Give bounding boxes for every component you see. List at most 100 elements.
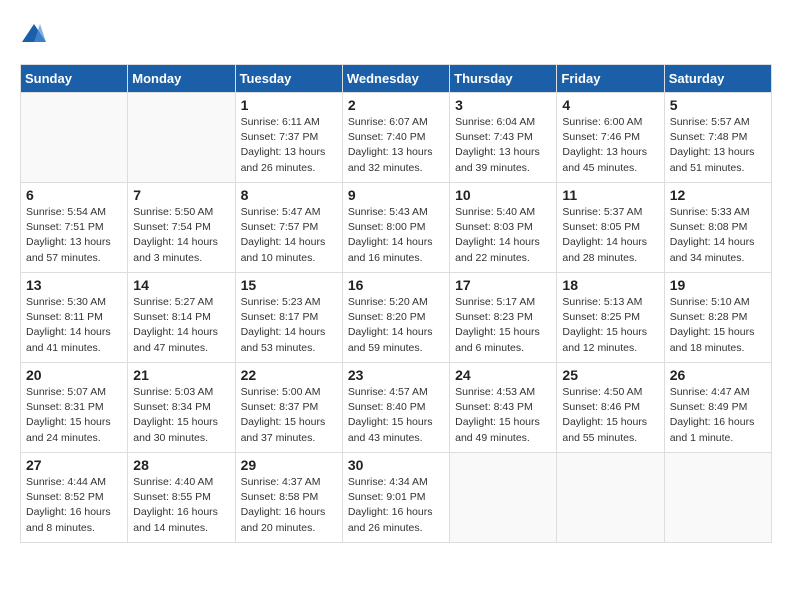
day-cell: 8 Sunrise: 5:47 AM Sunset: 7:57 PM Daylig… — [235, 183, 342, 273]
day-cell: 7 Sunrise: 5:50 AM Sunset: 7:54 PM Daylig… — [128, 183, 235, 273]
day-cell: 5 Sunrise: 5:57 AM Sunset: 7:48 PM Daylig… — [664, 93, 771, 183]
day-cell: 27Sunrise: 4:44 AM Sunset: 8:52 PM Dayli… — [21, 453, 128, 543]
day-cell: 4 Sunrise: 6:00 AM Sunset: 7:46 PM Daylig… — [557, 93, 664, 183]
day-number: 25 — [562, 367, 658, 383]
day-number: 11 — [562, 187, 658, 203]
day-info: Sunrise: 5:07 AM Sunset: 8:31 PM Dayligh… — [26, 385, 122, 446]
column-header-friday: Friday — [557, 65, 664, 93]
day-number: 22 — [241, 367, 337, 383]
day-cell: 11 Sunrise: 5:37 AM Sunset: 8:05 PM Dayli… — [557, 183, 664, 273]
day-number: 19 — [670, 277, 766, 293]
day-number: 16 — [348, 277, 444, 293]
day-cell — [450, 453, 557, 543]
day-cell: 26Sunrise: 4:47 AM Sunset: 8:49 PM Dayli… — [664, 363, 771, 453]
day-info: Sunrise: 5:57 AM Sunset: 7:48 PM Dayligh… — [670, 115, 766, 176]
day-info: Sunrise: 5:23 AM Sunset: 8:17 PM Dayligh… — [241, 295, 337, 356]
day-info: Sunrise: 6:00 AM Sunset: 7:46 PM Dayligh… — [562, 115, 658, 176]
day-number: 12 — [670, 187, 766, 203]
logo-icon — [20, 20, 48, 48]
day-info: Sunrise: 5:03 AM Sunset: 8:34 PM Dayligh… — [133, 385, 229, 446]
day-cell — [21, 93, 128, 183]
day-cell: 2 Sunrise: 6:07 AM Sunset: 7:40 PM Daylig… — [342, 93, 449, 183]
day-info: Sunrise: 5:43 AM Sunset: 8:00 PM Dayligh… — [348, 205, 444, 266]
day-cell: 28 Sunrise: 4:40 AM Sunset: 8:55 PM Dayli… — [128, 453, 235, 543]
column-header-tuesday: Tuesday — [235, 65, 342, 93]
week-row-4: 20 Sunrise: 5:07 AM Sunset: 8:31 PM Dayli… — [21, 363, 772, 453]
day-info: Sunrise: 5:47 AM Sunset: 7:57 PM Dayligh… — [241, 205, 337, 266]
day-info: Sunrise: 4:37 AM Sunset: 8:58 PM Dayligh… — [241, 475, 337, 536]
day-cell: 14 Sunrise: 5:27 AM Sunset: 8:14 PM Dayli… — [128, 273, 235, 363]
day-number: 23 — [348, 367, 444, 383]
day-info: Sunrise: 4:40 AM Sunset: 8:55 PM Dayligh… — [133, 475, 229, 536]
day-info: Sunrise: 4:53 AM Sunset: 8:43 PM Dayligh… — [455, 385, 551, 446]
day-info: Sunrise: 6:04 AM Sunset: 7:43 PM Dayligh… — [455, 115, 551, 176]
column-header-sunday: Sunday — [21, 65, 128, 93]
day-info: Sunrise: 5:17 AM Sunset: 8:23 PM Dayligh… — [455, 295, 551, 356]
day-number: 2 — [348, 97, 444, 113]
day-number: 17 — [455, 277, 551, 293]
day-info: Sunrise: 5:30 AM Sunset: 8:11 PM Dayligh… — [26, 295, 122, 356]
day-number: 21 — [133, 367, 229, 383]
day-info: Sunrise: 5:37 AM Sunset: 8:05 PM Dayligh… — [562, 205, 658, 266]
day-number: 5 — [670, 97, 766, 113]
week-row-5: 27Sunrise: 4:44 AM Sunset: 8:52 PM Dayli… — [21, 453, 772, 543]
day-cell — [128, 93, 235, 183]
day-number: 1 — [241, 97, 337, 113]
header — [20, 20, 772, 48]
day-info: Sunrise: 5:50 AM Sunset: 7:54 PM Dayligh… — [133, 205, 229, 266]
day-cell: 1 Sunrise: 6:11 AM Sunset: 7:37 PM Daylig… — [235, 93, 342, 183]
day-info: Sunrise: 6:11 AM Sunset: 7:37 PM Dayligh… — [241, 115, 337, 176]
column-header-wednesday: Wednesday — [342, 65, 449, 93]
day-info: Sunrise: 4:57 AM Sunset: 8:40 PM Dayligh… — [348, 385, 444, 446]
column-header-thursday: Thursday — [450, 65, 557, 93]
day-number: 3 — [455, 97, 551, 113]
day-number: 9 — [348, 187, 444, 203]
day-cell: 9 Sunrise: 5:43 AM Sunset: 8:00 PM Daylig… — [342, 183, 449, 273]
day-cell: 23 Sunrise: 4:57 AM Sunset: 8:40 PM Dayli… — [342, 363, 449, 453]
day-number: 28 — [133, 457, 229, 473]
day-cell: 18 Sunrise: 5:13 AM Sunset: 8:25 PM Dayli… — [557, 273, 664, 363]
day-info: Sunrise: 4:50 AM Sunset: 8:46 PM Dayligh… — [562, 385, 658, 446]
column-header-saturday: Saturday — [664, 65, 771, 93]
day-info: Sunrise: 6:07 AM Sunset: 7:40 PM Dayligh… — [348, 115, 444, 176]
week-row-2: 6 Sunrise: 5:54 AM Sunset: 7:51 PM Daylig… — [21, 183, 772, 273]
day-cell: 21 Sunrise: 5:03 AM Sunset: 8:34 PM Dayli… — [128, 363, 235, 453]
week-row-1: 1 Sunrise: 6:11 AM Sunset: 7:37 PM Daylig… — [21, 93, 772, 183]
day-number: 24 — [455, 367, 551, 383]
day-cell: 20 Sunrise: 5:07 AM Sunset: 8:31 PM Dayli… — [21, 363, 128, 453]
day-info: Sunrise: 5:13 AM Sunset: 8:25 PM Dayligh… — [562, 295, 658, 356]
column-header-monday: Monday — [128, 65, 235, 93]
day-info: Sunrise: 5:20 AM Sunset: 8:20 PM Dayligh… — [348, 295, 444, 356]
day-info: Sunrise: 4:44 AM Sunset: 8:52 PM Dayligh… — [26, 475, 122, 536]
day-number: 4 — [562, 97, 658, 113]
logo — [20, 20, 52, 48]
day-number: 7 — [133, 187, 229, 203]
day-number: 10 — [455, 187, 551, 203]
day-cell: 29 Sunrise: 4:37 AM Sunset: 8:58 PM Dayli… — [235, 453, 342, 543]
day-info: Sunrise: 4:34 AM Sunset: 9:01 PM Dayligh… — [348, 475, 444, 536]
day-info: Sunrise: 5:10 AM Sunset: 8:28 PM Dayligh… — [670, 295, 766, 356]
day-cell: 30 Sunrise: 4:34 AM Sunset: 9:01 PM Dayli… — [342, 453, 449, 543]
day-number: 14 — [133, 277, 229, 293]
day-info: Sunrise: 5:27 AM Sunset: 8:14 PM Dayligh… — [133, 295, 229, 356]
day-cell: 25 Sunrise: 4:50 AM Sunset: 8:46 PM Dayli… — [557, 363, 664, 453]
day-info: Sunrise: 5:40 AM Sunset: 8:03 PM Dayligh… — [455, 205, 551, 266]
week-row-3: 13 Sunrise: 5:30 AM Sunset: 8:11 PM Dayli… — [21, 273, 772, 363]
day-info: Sunrise: 4:47 AM Sunset: 8:49 PM Dayligh… — [670, 385, 766, 446]
day-number: 15 — [241, 277, 337, 293]
day-number: 30 — [348, 457, 444, 473]
day-info: Sunrise: 5:54 AM Sunset: 7:51 PM Dayligh… — [26, 205, 122, 266]
day-number: 18 — [562, 277, 658, 293]
day-cell — [557, 453, 664, 543]
day-number: 13 — [26, 277, 122, 293]
day-number: 6 — [26, 187, 122, 203]
day-number: 29 — [241, 457, 337, 473]
calendar-table: SundayMondayTuesdayWednesdayThursdayFrid… — [20, 64, 772, 543]
day-cell: 15 Sunrise: 5:23 AM Sunset: 8:17 PM Dayli… — [235, 273, 342, 363]
day-cell: 16 Sunrise: 5:20 AM Sunset: 8:20 PM Dayli… — [342, 273, 449, 363]
day-number: 20 — [26, 367, 122, 383]
day-number: 8 — [241, 187, 337, 203]
day-cell: 19 Sunrise: 5:10 AM Sunset: 8:28 PM Dayli… — [664, 273, 771, 363]
day-cell: 13 Sunrise: 5:30 AM Sunset: 8:11 PM Dayli… — [21, 273, 128, 363]
day-cell: 3 Sunrise: 6:04 AM Sunset: 7:43 PM Daylig… — [450, 93, 557, 183]
